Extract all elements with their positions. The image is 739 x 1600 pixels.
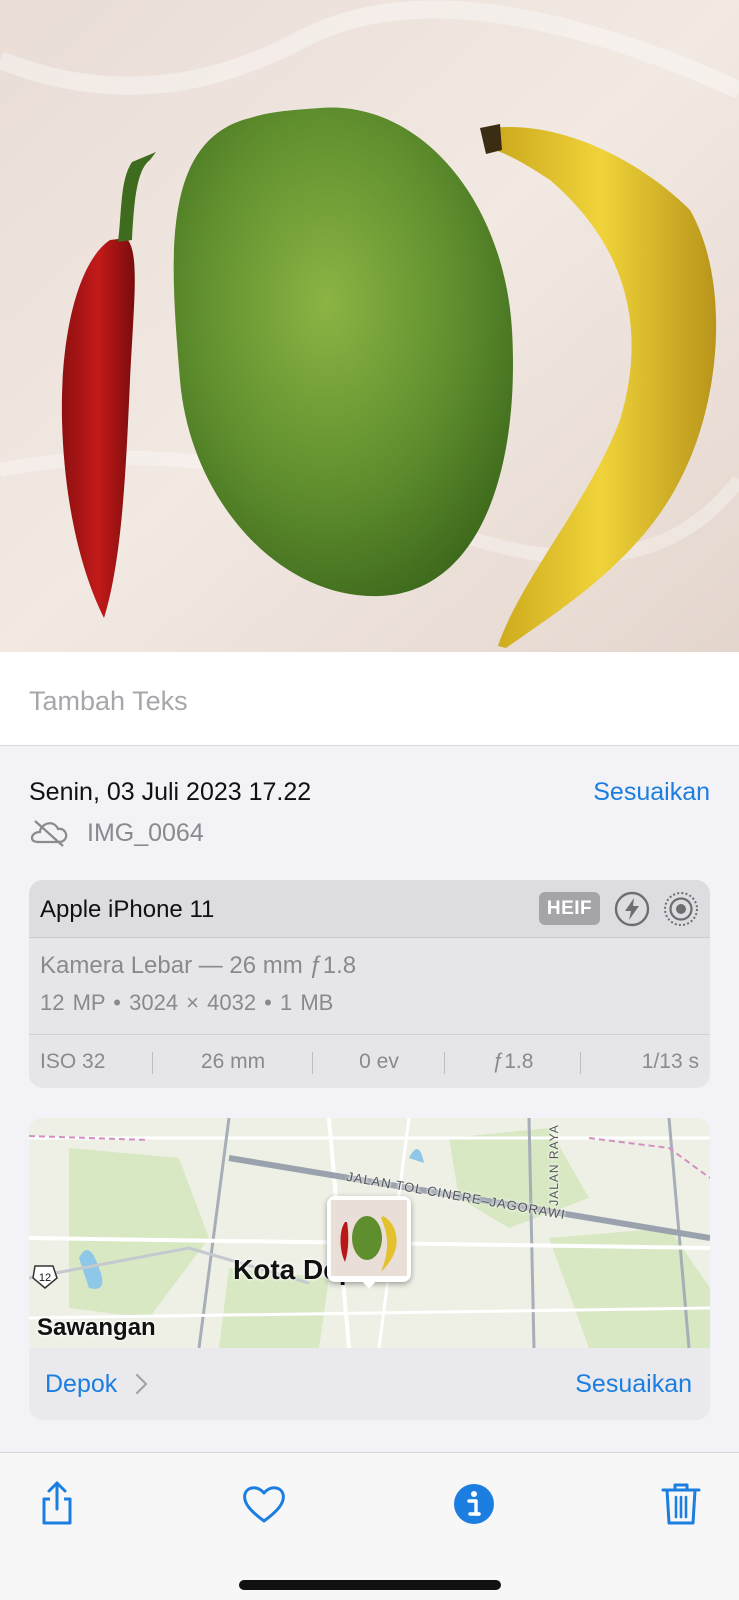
camera-info-card: Apple iPhone 11 HEIF Kamera Lebar — 26 m… bbox=[29, 880, 710, 1088]
home-indicator[interactable] bbox=[239, 1580, 501, 1590]
photo[interactable] bbox=[0, 0, 739, 652]
map-pin-pointer bbox=[361, 1280, 377, 1289]
lens-info: Kamera Lebar — 26 mm ƒ1.8 bbox=[40, 952, 357, 979]
file-name-row: IMG_0064 bbox=[29, 816, 204, 850]
map-road-label-2: JALAN RAYA bbox=[546, 1124, 561, 1206]
adjust-date-button[interactable]: Sesuaikan bbox=[593, 778, 710, 807]
stat-aperture: ƒ1.8 bbox=[445, 1050, 581, 1074]
cloud-slash-icon bbox=[30, 820, 68, 847]
stat-iso: ISO 32 bbox=[29, 1050, 153, 1074]
info-panel: Senin, 03 Juli 2023 17.22 Sesuaikan IMG_… bbox=[0, 746, 739, 1452]
live-photo-icon bbox=[664, 892, 698, 926]
adjust-location-button[interactable]: Sesuaikan bbox=[575, 1370, 692, 1399]
info-icon[interactable] bbox=[449, 1479, 499, 1529]
stat-shutter: 1/13 s bbox=[641, 1049, 699, 1073]
caption-section[interactable]: Tambah Teks bbox=[0, 652, 739, 746]
camera-header: Apple iPhone 11 HEIF bbox=[29, 880, 710, 938]
stat-focal-length: 26 mm bbox=[153, 1050, 313, 1074]
photo-map-pin[interactable] bbox=[327, 1196, 411, 1282]
format-badge: HEIF bbox=[539, 892, 600, 925]
map-footer: Depok Sesuaikan bbox=[29, 1348, 710, 1420]
file-name: IMG_0064 bbox=[87, 818, 204, 847]
bottom-toolbar bbox=[0, 1452, 739, 1600]
camera-model: Apple iPhone 11 bbox=[40, 896, 215, 923]
caption-input[interactable]: Tambah Teks bbox=[29, 686, 188, 717]
share-icon[interactable] bbox=[32, 1479, 82, 1529]
trash-icon[interactable] bbox=[656, 1479, 706, 1529]
route-shield-label: 12 bbox=[39, 1272, 51, 1284]
image-specs: 12 MP • 3024 × 4032 • 1 MB bbox=[40, 990, 334, 1015]
stat-exposure-value: 0 ev bbox=[313, 1050, 445, 1074]
photo-thumbnail bbox=[331, 1200, 407, 1276]
photo-image bbox=[0, 0, 739, 652]
exposure-stats: ISO 32 26 mm 0 ev ƒ1.8 1/13 s bbox=[29, 1034, 710, 1088]
chevron-right-icon bbox=[135, 1373, 148, 1395]
flash-icon bbox=[614, 891, 650, 927]
capture-date: Senin, 03 Juli 2023 17.22 bbox=[29, 778, 312, 806]
map-area-label: Sawangan bbox=[37, 1314, 156, 1341]
heart-icon[interactable] bbox=[239, 1479, 289, 1529]
location-map[interactable]: 12 JALAN TOL CINERE–JAGORAWI JALAN RAYA … bbox=[29, 1118, 710, 1348]
location-name-link[interactable]: Depok bbox=[45, 1370, 117, 1399]
map-card: 12 JALAN TOL CINERE–JAGORAWI JALAN RAYA … bbox=[29, 1118, 710, 1420]
